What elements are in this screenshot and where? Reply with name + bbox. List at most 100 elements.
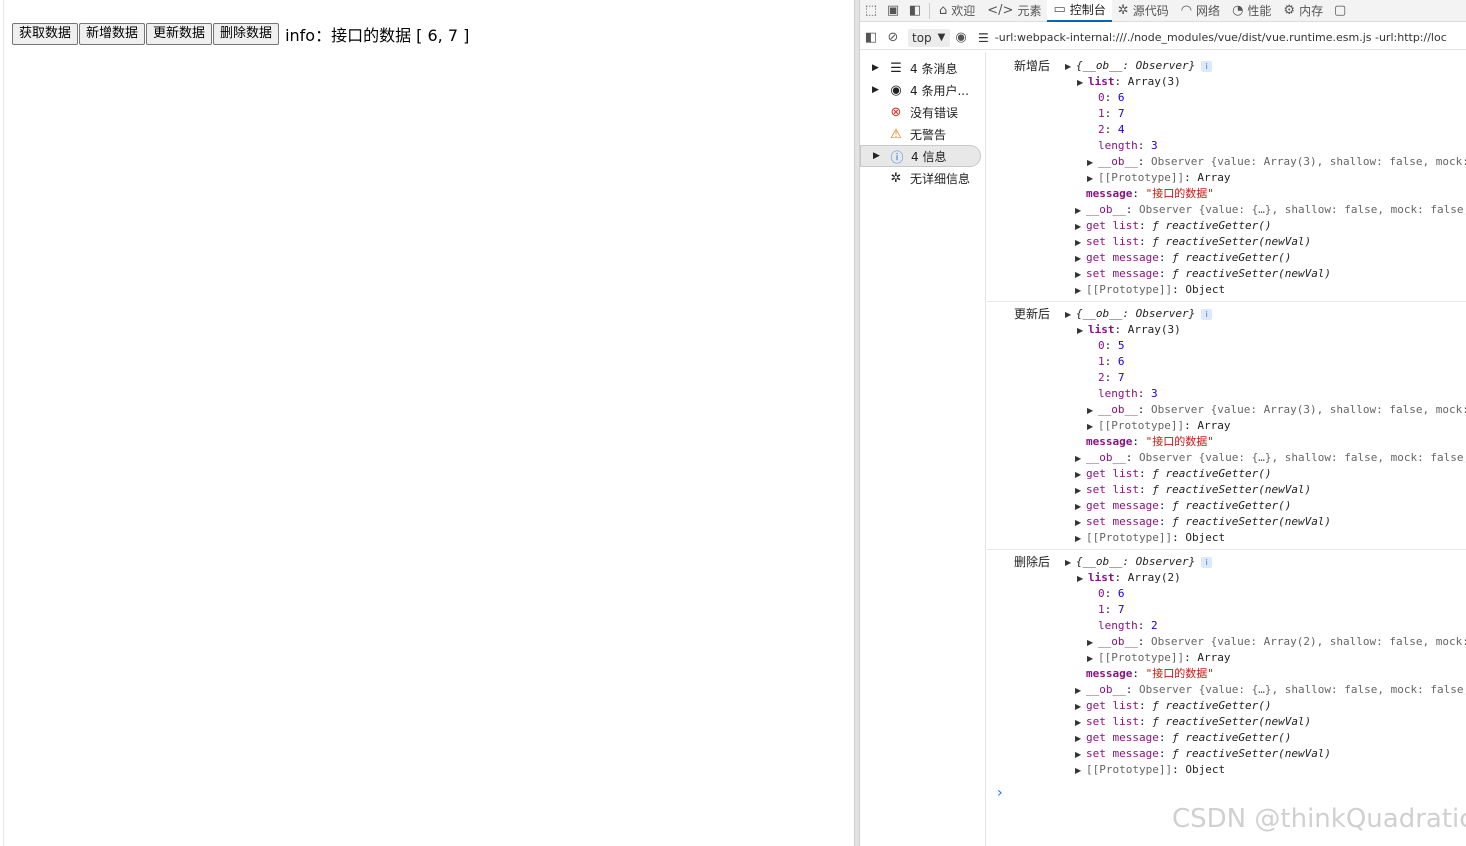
expand-triangle-icon: ▶ [1075,222,1082,231]
sidebar-toggle-icon[interactable]: ◧ [860,28,882,48]
page-toolbar: 获取数据 新增数据 更新数据 删除数据 info：接口的数据 [ 6, 7 ] [12,22,469,46]
property-ob[interactable]: ▶ __ob__: Observer {value: Array(3), shal… [1087,154,1466,170]
array-item: 1: 7 [1098,107,1125,120]
property-list[interactable]: ▶ list: Array(3) [1077,322,1181,338]
property-prototype[interactable]: ▶ [[Prototype]]: Array [1087,170,1230,186]
getter-message[interactable]: ▶ get message: ƒ reactiveGetter() [1075,730,1291,746]
context-select[interactable]: top ▼ [908,28,950,47]
property-message: message: "接口的数据" [1086,187,1214,200]
expand-triangle-icon: ▶ [1065,558,1072,567]
sidebar-item-user-messages[interactable]: ▶ ◉ 4 条用户... [860,79,981,101]
property-ob[interactable]: ▶ __ob__: Observer {value: {…}, shallow: … [1075,202,1466,218]
sidebar-label: 4 条用户... [910,83,969,98]
tab-performance[interactable]: ◔ 性能 [1226,0,1277,22]
tab-label: 源代码 [1132,4,1169,18]
property-prototype[interactable]: ▶ [[Prototype]]: Object [1075,530,1225,546]
setter-message[interactable]: ▶ set message: ƒ reactiveSetter(newVal) [1075,266,1331,282]
property-ob[interactable]: ▶ __ob__: Observer {value: Array(2), shal… [1087,634,1466,650]
warning-icon: ⚠ [890,126,902,142]
watermark: CSDN @thinkQuadratic [1172,804,1466,834]
array-item: 2: 4 [1098,123,1125,136]
property-ob[interactable]: ▶ __ob__: Observer {value: {…}, shallow: … [1075,682,1466,698]
object-header[interactable]: ▶ {__ob__: Observer} i [1065,58,1213,74]
fetch-data-button[interactable]: 获取数据 [12,23,79,45]
sidebar-item-messages[interactable]: ▶ ☰ 4 条消息 [860,57,981,79]
tab-elements[interactable]: </> 元素 [981,0,1047,22]
info-text: info：接口的数据 [ 6, 7 ] [285,26,470,45]
getter-list[interactable]: ▶ get list: ƒ reactiveGetter() [1075,466,1271,482]
getter-list[interactable]: ▶ get list: ƒ reactiveGetter() [1075,698,1271,714]
object-header[interactable]: ▶ {__ob__: Observer} i [1065,554,1213,570]
property-prototype[interactable]: ▶ [[Prototype]]: Object [1075,762,1225,778]
message-divider [987,301,1466,302]
property-list[interactable]: ▶ list: Array(2) [1077,570,1181,586]
message-divider [987,549,1466,550]
array-item: 0: 5 [1098,339,1125,352]
getter-message[interactable]: ▶ get message: ƒ reactiveGetter() [1075,250,1291,266]
setter-list[interactable]: ▶ set list: ƒ reactiveSetter(newVal) [1075,714,1311,730]
property-ob[interactable]: ▶ __ob__: Observer {value: {…}, shallow: … [1075,450,1466,466]
tab-sources[interactable]: ✲ 源代码 [1112,0,1175,22]
sidebar-label: 4 条消息 [910,61,958,76]
sidebar-label: 没有错误 [910,105,959,120]
more-tabs-icon[interactable]: ▢ [1329,1,1351,21]
tab-network[interactable]: ◠ 网络 [1175,0,1226,22]
sidebar-item-info[interactable]: ▶ ⓘ 4 信息 [860,145,981,167]
console-output: 新增后 ▶ {__ob__: Observer} i ▶ list: Array(3) 0:… [987,52,1466,846]
expand-triangle-icon: ▶ [872,63,879,73]
eye-icon[interactable]: ◉ [950,28,972,48]
expand-triangle-icon: ▶ [1075,534,1082,543]
devtools-tab-bar: ⬚ ▣ ◧ ⌂ 欢迎 </> 元素 ▭ 控制台 ✲ 源代码 ◠ 网络 ◔ 性能 ⚙ 内存 ▢ [860,0,1466,22]
delete-data-button[interactable]: 删除数据 [213,23,280,45]
clear-console-icon[interactable]: ⊘ [882,28,904,48]
performance-icon: ◔ [1232,3,1244,18]
page-border [3,0,4,846]
console-prompt[interactable]: › [997,785,1003,801]
expand-triangle-icon: ▶ [1065,310,1072,319]
setter-message[interactable]: ▶ set message: ƒ reactiveSetter(newVal) [1075,514,1331,530]
inspect-icon[interactable]: ⬚ [860,1,882,21]
console-toolbar: ◧ ⊘ top ▼ ◉ ☰ -url:webpack-internal:///./n… [860,26,1466,50]
wifi-icon: ◠ [1180,3,1193,18]
property-message: message: "接口的数据" [1086,435,1214,448]
tab-console[interactable]: ▭ 控制台 [1047,0,1112,22]
expand-triangle-icon: ▶ [1075,766,1082,775]
page-viewport: 获取数据 新增数据 更新数据 删除数据 info：接口的数据 [ 6, 7 ] [0,0,858,846]
expand-triangle-icon: ▶ [1087,654,1094,663]
property-prototype[interactable]: ▶ [[Prototype]]: Array [1087,418,1230,434]
sidebar-item-errors[interactable]: ⊗ 没有错误 [860,101,981,123]
expand-triangle-icon: ▶ [1075,702,1082,711]
sidebar-item-verbose[interactable]: ✲ 无详细信息 [860,167,981,189]
tab-memory[interactable]: ⚙ 内存 [1277,0,1329,22]
filter-input[interactable]: ☰ -url:webpack-internal:///./node_modules… [978,31,1447,45]
setter-list[interactable]: ▶ set list: ƒ reactiveSetter(newVal) [1075,234,1311,250]
property-list[interactable]: ▶ list: Array(3) [1077,74,1181,90]
property-prototype[interactable]: ▶ [[Prototype]]: Object [1075,282,1225,298]
user-icon: ◉ [890,82,902,98]
property-prototype[interactable]: ▶ [[Prototype]]: Array [1087,650,1230,666]
expand-triangle-icon: ▶ [1075,206,1082,215]
array-item: 1: 7 [1098,603,1125,616]
filter-icon: ☰ [978,30,989,45]
list-icon: ☰ [890,60,902,76]
setter-list[interactable]: ▶ set list: ƒ reactiveSetter(newVal) [1075,482,1311,498]
add-data-button[interactable]: 新增数据 [79,23,146,45]
gear-icon: ⚙ [1283,3,1296,18]
dock-icon[interactable]: ◧ [904,1,926,21]
setter-message[interactable]: ▶ set message: ƒ reactiveSetter(newVal) [1075,746,1331,762]
device-icon[interactable]: ▣ [882,1,904,21]
getter-list[interactable]: ▶ get list: ƒ reactiveGetter() [1075,218,1271,234]
caret-down-icon: ▼ [937,32,946,43]
getter-message[interactable]: ▶ get message: ƒ reactiveGetter() [1075,498,1291,514]
update-data-button[interactable]: 更新数据 [146,23,213,45]
expand-triangle-icon: ▶ [1075,750,1082,759]
tab-separator [929,2,930,19]
object-header[interactable]: ▶ {__ob__: Observer} i [1065,306,1213,322]
property-ob[interactable]: ▶ __ob__: Observer {value: Array(3), shal… [1087,402,1466,418]
console-message: 新增后 ▶ {__ob__: Observer} i ▶ list: Array(3) 0:… [987,56,1466,304]
tab-label: 欢迎 [951,4,976,18]
tab-label: 控制台 [1069,3,1106,17]
sidebar-item-warnings[interactable]: ⚠ 无警告 [860,123,981,145]
tab-welcome[interactable]: ⌂ 欢迎 [933,0,981,22]
tab-label: 性能 [1247,4,1272,18]
